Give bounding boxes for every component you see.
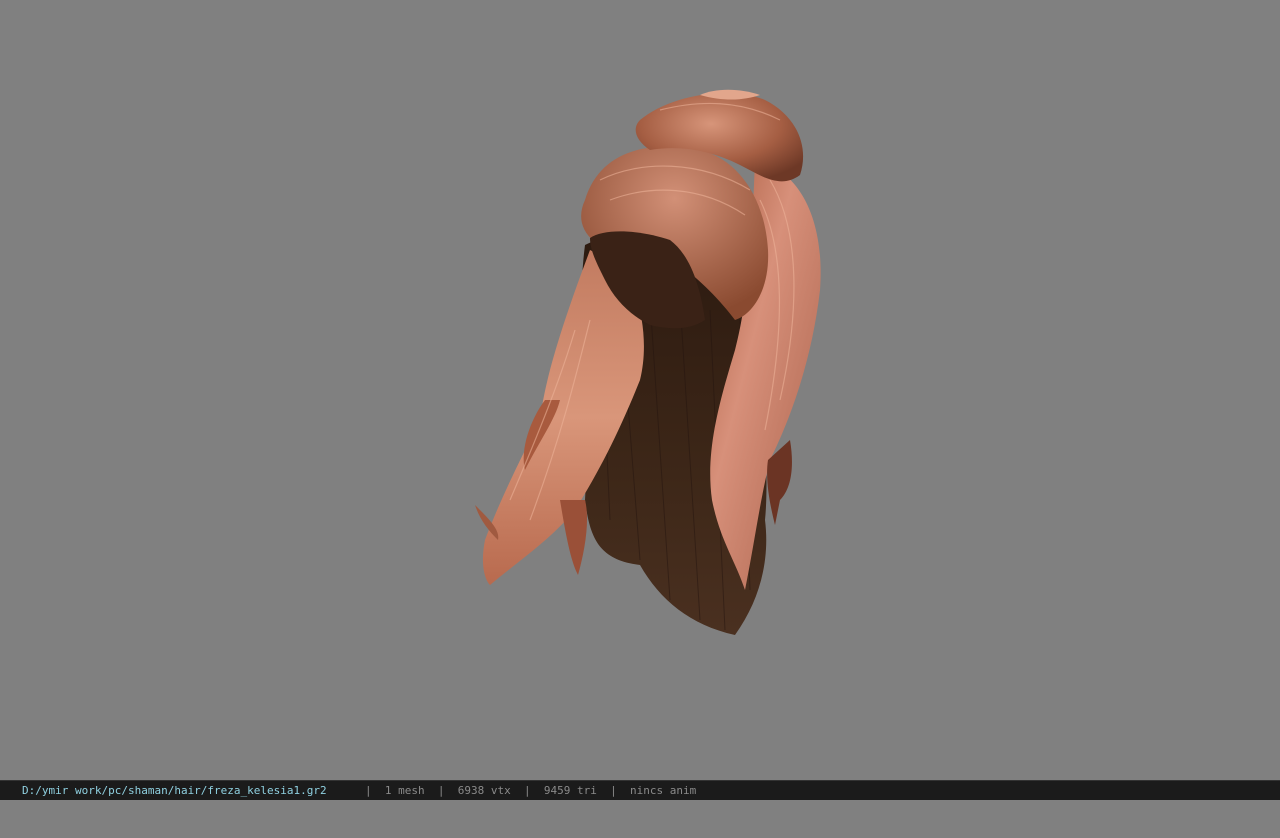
vertex-count: 6938 vtx xyxy=(457,784,511,797)
mesh-count: 1 mesh xyxy=(384,784,425,797)
separator: | xyxy=(523,784,531,797)
separator: | xyxy=(437,784,445,797)
status-bar: D:/ymir work/pc/shaman/hair/freza_kelesi… xyxy=(0,780,1280,800)
file-path: D:/ymir work/pc/shaman/hair/freza_kelesi… xyxy=(22,784,327,797)
hair-model-render xyxy=(475,89,821,635)
model-stats: | 1 mesh | 6938 vtx | 9459 tri | nincs a… xyxy=(365,781,696,800)
3d-viewport[interactable] xyxy=(0,0,1280,780)
anim-status: nincs anim xyxy=(629,784,697,797)
separator: | xyxy=(610,784,617,797)
triangle-count: 9459 tri xyxy=(543,784,597,797)
separator: | xyxy=(365,784,372,797)
